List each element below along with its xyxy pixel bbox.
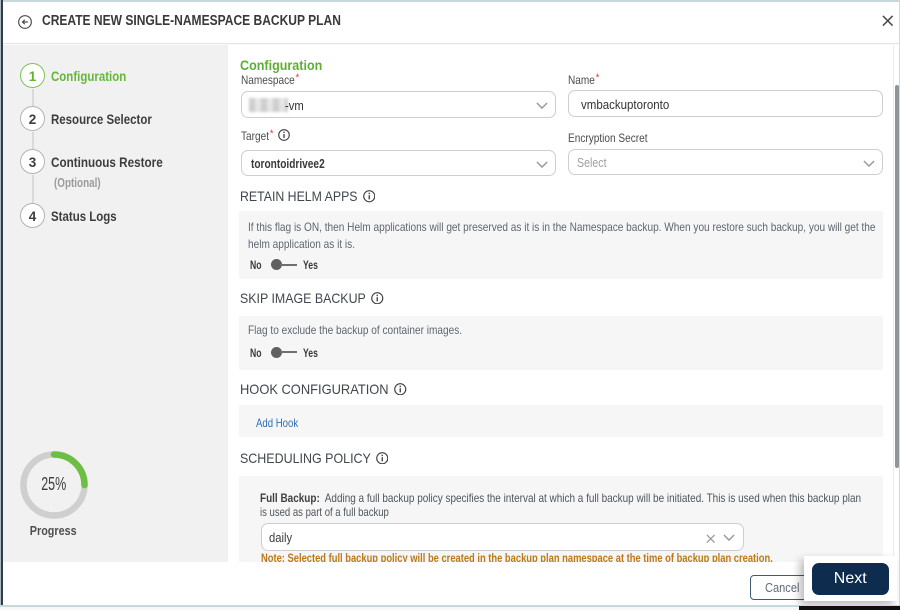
- svg-text:25%: 25%: [41, 473, 66, 494]
